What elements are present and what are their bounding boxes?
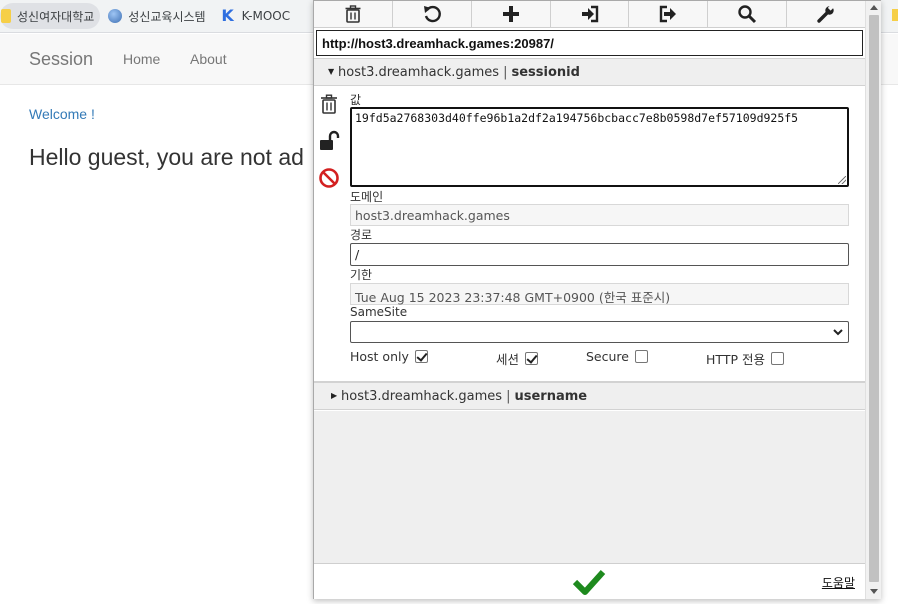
nav-home[interactable]: Home [123, 51, 160, 67]
flag-http-only[interactable]: HTTP 전용 [706, 349, 784, 368]
export-button[interactable] [629, 1, 709, 27]
unlock-icon[interactable] [318, 130, 340, 152]
cookie-value-textarea[interactable]: 19fd5a2768303d40ffe96b1a2df2a194756bcbac… [350, 107, 849, 187]
import-icon [581, 5, 598, 23]
caret-down-icon: ▼ [328, 67, 335, 76]
hello-heading: Hello guest, you are not ad [29, 144, 304, 170]
flag-label: HTTP 전용 [706, 352, 765, 367]
bookmark-label: 성신교육시스템 [128, 9, 206, 24]
flag-label: Secure [586, 349, 629, 364]
cookie-actions [318, 93, 342, 204]
resize-handle[interactable] [838, 176, 846, 184]
nav-about[interactable]: About [190, 51, 227, 67]
expires-label: 기한 [350, 268, 373, 282]
cookie-header-username[interactable]: ▶ host3.dreamhack.games | username [314, 382, 865, 410]
domain-label: 도메인 [350, 190, 384, 204]
help-link[interactable]: 도움말 [822, 574, 855, 591]
cookie-list-empty-area [314, 411, 865, 563]
scroll-down-arrow-icon[interactable] [870, 589, 878, 594]
flag-host-only[interactable]: Host only [350, 349, 428, 364]
site-brand[interactable]: Session [29, 49, 93, 70]
path-label: 경로 [350, 228, 373, 242]
k-logo-icon: K [221, 6, 234, 25]
cookie-flags: Host only 세션 Secure HTTP 전용 [350, 349, 860, 367]
folder-icon [1, 9, 11, 23]
add-cookie-button[interactable] [472, 1, 551, 27]
cookie-domain: host3.dreamhack.games [341, 389, 503, 404]
secure-checkbox[interactable] [634, 350, 648, 363]
bookmark-label: 성신여자대학교 [17, 9, 95, 24]
search-button[interactable] [708, 1, 788, 27]
cookie-name: sessionid [511, 65, 580, 80]
expires-field: Tue Aug 15 2023 23:37:48 GMT+0900 (한국 표준… [350, 283, 849, 305]
url-field[interactable]: http://host3.dreamhack.games:20987/ [316, 30, 863, 56]
cookie-editor-popup: http://host3.dreamhack.games:20987/ ▼ hos… [313, 0, 881, 599]
trash-icon[interactable] [318, 93, 340, 115]
flag-label: Host only [350, 349, 409, 364]
cookie-separator: | [503, 65, 508, 80]
plus-icon [502, 6, 519, 22]
bookmark-label: K-MOOC [241, 9, 291, 23]
globe-icon [108, 9, 123, 23]
reset-button[interactable] [393, 1, 472, 27]
cookie-header-sessionid[interactable]: ▼ host3.dreamhack.games | sessionid [314, 58, 865, 86]
editor-footer: 도움말 [314, 563, 865, 599]
domain-field: host3.dreamhack.games [350, 204, 849, 226]
flag-label: 세션 [496, 352, 520, 367]
flag-secure[interactable]: Secure [586, 349, 648, 364]
block-icon[interactable] [318, 167, 340, 189]
chevron-down-icon [833, 329, 843, 336]
import-button[interactable] [551, 1, 630, 27]
undo-icon [423, 5, 441, 23]
samesite-label: SameSite [350, 305, 408, 319]
editor-toolbar [314, 1, 865, 28]
bookmark-kmooc[interactable]: K K-MOOC [216, 3, 297, 29]
scroll-up-arrow-icon[interactable] [870, 5, 878, 10]
flag-session[interactable]: 세션 [496, 349, 539, 368]
bookmark-sungshin-edu[interactable]: 성신교육시스템 [104, 3, 211, 29]
settings-button[interactable] [787, 1, 865, 27]
path-field[interactable]: / [350, 243, 849, 266]
scroll-thumb[interactable] [869, 15, 879, 582]
host-only-checkbox[interactable] [414, 350, 428, 363]
value-label: 값 [350, 93, 362, 107]
cookie-name: username [514, 389, 588, 404]
bookmark-sungshin-univ[interactable]: 성신여자대학교 [0, 3, 101, 29]
scrollbar[interactable] [865, 1, 881, 599]
welcome-text: Welcome ! [29, 106, 95, 122]
delete-all-button[interactable] [314, 1, 393, 27]
cookie-value-text: 19fd5a2768303d40ffe96b1a2df2a194756bcbac… [355, 111, 799, 125]
cookie-separator: | [506, 389, 511, 404]
folder-icon[interactable] [892, 9, 898, 21]
cookie-domain: host3.dreamhack.games [338, 65, 500, 80]
http-only-checkbox[interactable] [770, 352, 784, 365]
checkmark-icon[interactable] [572, 568, 606, 596]
samesite-select[interactable] [350, 321, 849, 343]
search-icon [738, 5, 757, 24]
wrench-icon [817, 4, 835, 23]
session-checkbox[interactable] [525, 352, 539, 365]
caret-right-icon: ▶ [331, 391, 338, 400]
trash-icon [345, 5, 361, 23]
export-icon [660, 5, 677, 23]
